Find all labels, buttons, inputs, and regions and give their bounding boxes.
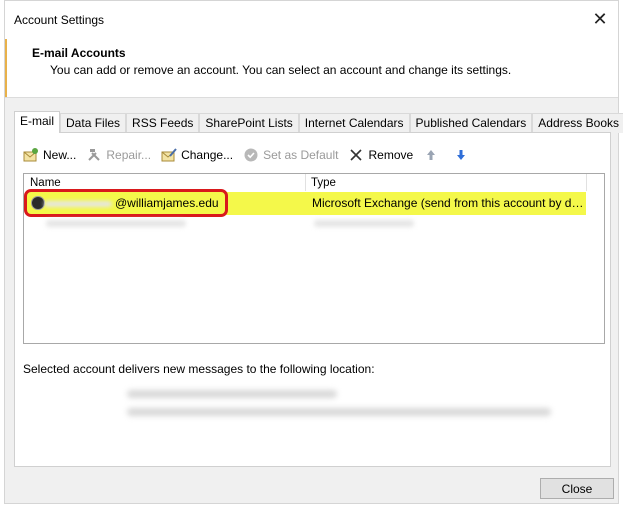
new-button[interactable]: New... xyxy=(23,145,76,165)
remove-button-label: Remove xyxy=(368,148,414,162)
redacted-text xyxy=(127,408,551,416)
redacted-text xyxy=(314,220,414,227)
redacted-text xyxy=(46,220,186,227)
change-button[interactable]: Change... xyxy=(161,145,233,165)
title-bar: Account Settings ✕ xyxy=(5,1,618,39)
arrow-up-icon xyxy=(423,147,439,163)
remove-button[interactable]: Remove xyxy=(348,145,413,165)
header-area: E-mail Accounts You can add or remove an… xyxy=(5,39,618,98)
set-default-button-label: Set as Default xyxy=(263,148,339,162)
change-account-icon xyxy=(161,147,177,163)
tab-sharepoint-lists[interactable]: SharePoint Lists xyxy=(199,113,299,133)
tab-published-calendars[interactable]: Published Calendars xyxy=(409,113,533,133)
deliver-location-label: Selected account delivers new messages t… xyxy=(23,362,375,376)
column-divider xyxy=(586,174,587,191)
remove-x-icon xyxy=(348,147,364,163)
move-down-button[interactable] xyxy=(453,145,473,165)
new-button-label: New... xyxy=(43,148,77,162)
checkmark-circle-icon xyxy=(243,147,259,163)
close-button[interactable]: Close xyxy=(540,478,614,499)
arrow-down-icon xyxy=(453,147,469,163)
tab-data-files[interactable]: Data Files xyxy=(60,113,127,133)
account-settings-dialog: Account Settings ✕ E-mail Accounts You c… xyxy=(4,0,623,504)
column-header-name[interactable]: Name xyxy=(30,177,61,189)
email-tab-panel: New... Repair... Change... Set as Defaul… xyxy=(14,132,611,467)
section-description: You can add or remove an account. You ca… xyxy=(50,63,512,77)
move-up-button[interactable] xyxy=(423,145,443,165)
window-title: Account Settings xyxy=(14,13,105,27)
repair-button[interactable]: Repair... xyxy=(86,145,151,165)
tab-internet-calendars[interactable]: Internet Calendars xyxy=(298,113,410,133)
tools-icon xyxy=(86,147,102,163)
close-icon[interactable]: ✕ xyxy=(590,9,610,30)
new-account-icon xyxy=(23,147,39,163)
tab-strip: E-mail Data Files RSS Feeds SharePoint L… xyxy=(14,111,623,133)
account-type: Microsoft Exchange (send from this accou… xyxy=(312,196,584,210)
set-default-button[interactable]: Set as Default xyxy=(243,145,338,165)
section-title: E-mail Accounts xyxy=(32,46,126,60)
account-toolbar: New... Repair... Change... Set as Defaul… xyxy=(23,145,483,165)
accent-bar xyxy=(5,39,7,97)
tab-rss-feeds[interactable]: RSS Feeds xyxy=(126,113,200,133)
redacted-text xyxy=(127,390,337,398)
account-list: Name Type @williamjames.edu Microsoft Ex… xyxy=(23,173,605,344)
change-button-label: Change... xyxy=(181,148,234,162)
tab-address-books[interactable]: Address Books xyxy=(532,113,623,133)
column-header-type[interactable]: Type xyxy=(311,177,336,189)
tab-email[interactable]: E-mail xyxy=(14,111,61,133)
column-divider xyxy=(305,174,306,191)
annotation-highlight xyxy=(24,189,228,217)
repair-button-label: Repair... xyxy=(106,148,152,162)
